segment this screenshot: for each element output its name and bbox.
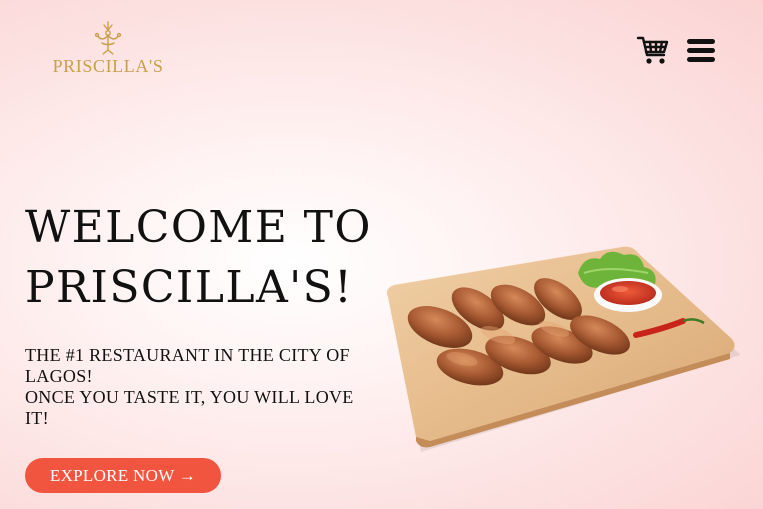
logo-emblem-icon [94, 21, 122, 55]
explore-now-button[interactable]: EXPLORE NOW → [25, 458, 221, 493]
tagline-line: THE #1 RESTAURANT IN THE CITY OF [25, 345, 350, 365]
shopping-cart-icon [636, 36, 669, 64]
tagline-line: IT! [25, 408, 49, 428]
brand-name: PRISCILLA'S [52, 56, 164, 76]
tagline-line: LAGOS! [25, 366, 93, 386]
hero-title: WELCOME TO PRISCILLA'S! [25, 198, 385, 318]
arrow-right-icon: → [178, 465, 197, 485]
menu-button[interactable] [687, 39, 717, 63]
tagline-line: ONCE YOU TASTE IT, YOU WILL LOVE [25, 387, 354, 407]
hero-title-line: WELCOME TO [25, 202, 372, 253]
menu-bar-icon [687, 39, 715, 44]
brand-logo[interactable]: PRISCILLA'S [47, 20, 169, 76]
hero-title-line: PRISCILLA'S! [25, 262, 354, 313]
cart-button[interactable] [636, 34, 670, 66]
menu-bar-icon [687, 48, 715, 53]
hero-tagline: THE #1 RESTAURANT IN THE CITY OF LAGOS! … [25, 345, 370, 429]
explore-now-label: EXPLORE NOW [49, 465, 175, 485]
chicken-wings-platter-image [386, 246, 740, 452]
menu-bar-icon [687, 57, 715, 62]
